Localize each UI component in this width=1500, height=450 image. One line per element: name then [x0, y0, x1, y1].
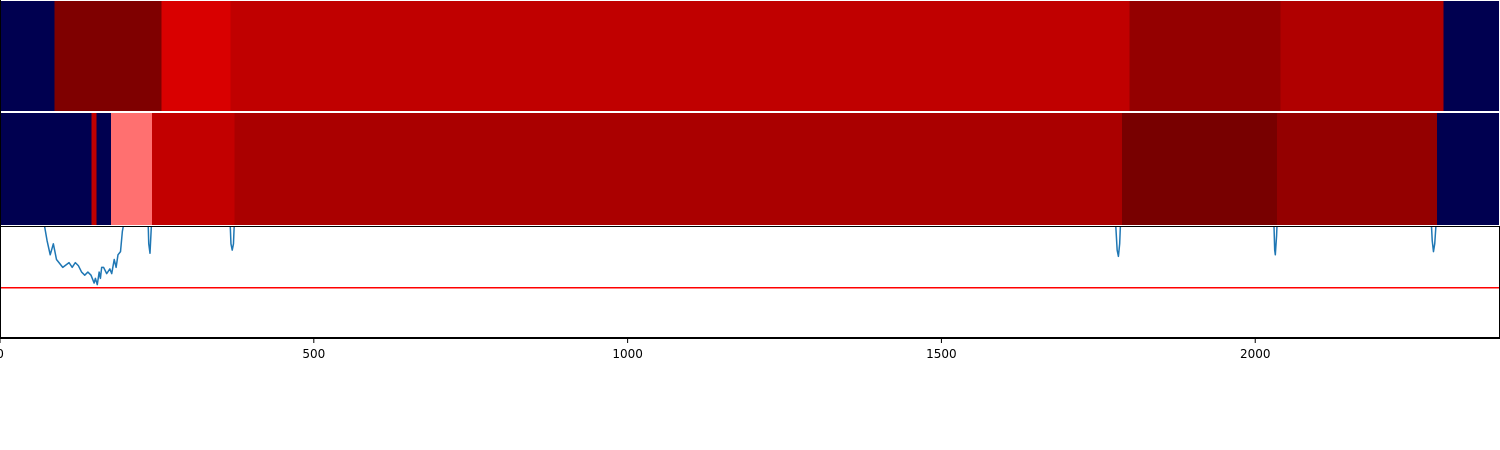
heatmap-cell-1-5	[234, 112, 1123, 226]
heatmap-cell-0-6	[1443, 0, 1500, 112]
heatmap-cell-0-1	[54, 0, 162, 112]
heatmap-cell-1-8	[1437, 112, 1500, 226]
heatmap-cell-1-6	[1122, 112, 1278, 226]
heatmap-cell-1-3	[111, 112, 152, 226]
x-tick-label-0: 0	[0, 347, 4, 361]
heatmap-cell-1-1	[91, 112, 97, 226]
x-tick-label-3: 1500	[926, 347, 957, 361]
x-tick-label-2: 1000	[612, 347, 643, 361]
heatmap-cell-1-4	[151, 112, 235, 226]
heatmap-cell-0-0	[0, 0, 55, 112]
x-tick-label-1: 500	[302, 347, 325, 361]
heatmap-cell-1-2	[96, 112, 112, 226]
heatmap-cell-0-3	[230, 0, 1130, 112]
heatmap-row-0	[0, 0, 1500, 112]
heatmap-cell-1-0	[0, 112, 92, 226]
x-tick-label-4: 2000	[1240, 347, 1271, 361]
heatmap-cell-0-4	[1129, 0, 1281, 112]
heatmap-cell-1-7	[1277, 112, 1438, 226]
heatmap-cell-0-2	[161, 0, 231, 112]
heatmap-cell-0-5	[1280, 0, 1444, 112]
chart-figure: 0 500 1000 1500 2000	[0, 0, 1500, 450]
heatmap-row-1	[0, 112, 1500, 226]
